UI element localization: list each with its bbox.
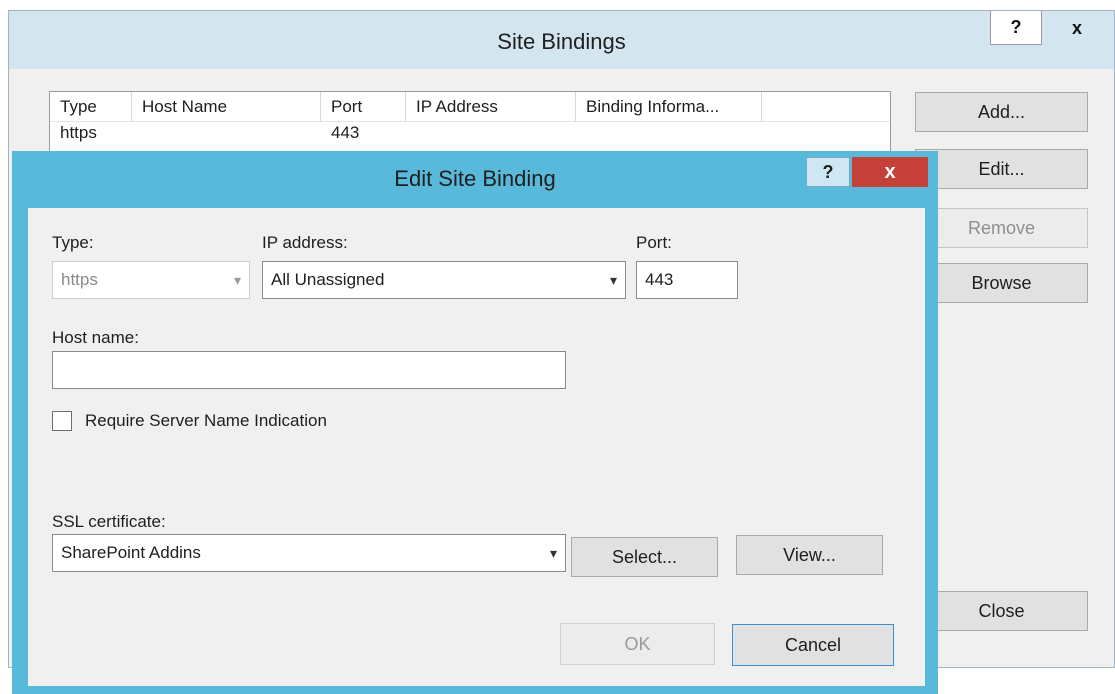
ssl-certificate-select[interactable]: SharePoint Addins ▾ bbox=[52, 534, 566, 572]
add-button[interactable]: Add... bbox=[915, 92, 1088, 132]
ip-address-select[interactable]: All Unassigned ▾ bbox=[262, 261, 626, 299]
ok-button[interactable]: OK bbox=[560, 623, 715, 665]
help-button[interactable]: ? bbox=[990, 11, 1042, 45]
view-certificate-button[interactable]: View... bbox=[736, 535, 883, 575]
edit-dialog-title: Edit Site Binding bbox=[394, 166, 556, 191]
chevron-down-icon: ▾ bbox=[549, 545, 557, 561]
help-button[interactable]: ? bbox=[806, 157, 850, 187]
chevron-down-icon: ▾ bbox=[233, 272, 241, 288]
sni-checkbox[interactable] bbox=[52, 411, 72, 431]
column-header-type[interactable]: Type bbox=[50, 92, 132, 122]
sni-label[interactable]: Require Server Name Indication bbox=[85, 411, 327, 431]
ip-address-label: IP address: bbox=[262, 233, 348, 252]
type-label: Type: bbox=[52, 233, 94, 252]
remove-button[interactable]: Remove bbox=[915, 208, 1088, 248]
edit-button[interactable]: Edit... bbox=[915, 149, 1088, 189]
close-button[interactable]: Close bbox=[915, 591, 1088, 631]
host-name-input[interactable] bbox=[52, 351, 566, 389]
close-icon[interactable]: x bbox=[852, 157, 928, 187]
browse-button[interactable]: Browse bbox=[915, 263, 1088, 303]
chevron-down-icon: ▾ bbox=[609, 272, 617, 288]
column-header-binding-info[interactable]: Binding Informa... bbox=[576, 92, 762, 122]
table-row[interactable]: https 443 bbox=[50, 122, 890, 144]
type-value: https bbox=[61, 270, 98, 289]
ip-address-value: All Unassigned bbox=[271, 270, 385, 289]
column-header-host-name[interactable]: Host Name bbox=[132, 92, 321, 122]
ssl-certificate-value: SharePoint Addins bbox=[61, 543, 201, 562]
column-header-ip-address[interactable]: IP Address bbox=[406, 92, 576, 122]
host-name-label: Host name: bbox=[52, 328, 139, 347]
cancel-button[interactable]: Cancel bbox=[732, 624, 894, 666]
port-label: Port: bbox=[636, 233, 672, 252]
port-input[interactable]: 443 bbox=[636, 261, 738, 299]
close-icon[interactable]: x bbox=[1046, 11, 1108, 45]
site-bindings-title: Site Bindings bbox=[497, 29, 626, 54]
edit-dialog-body: Type: https ▾ IP address: All Unassigned… bbox=[28, 208, 925, 686]
column-header-filler bbox=[762, 92, 890, 122]
column-header-port[interactable]: Port bbox=[321, 92, 406, 122]
ssl-certificate-label: SSL certificate: bbox=[52, 512, 166, 531]
site-bindings-titlebar: Site Bindings ? x bbox=[9, 11, 1114, 69]
select-certificate-button[interactable]: Select... bbox=[571, 537, 718, 577]
type-select[interactable]: https ▾ bbox=[52, 261, 250, 299]
cell-port: 443 bbox=[331, 123, 360, 142]
edit-site-binding-dialog: Edit Site Binding ? x Type: https ▾ IP a… bbox=[12, 151, 938, 694]
cell-type: https bbox=[60, 123, 97, 142]
